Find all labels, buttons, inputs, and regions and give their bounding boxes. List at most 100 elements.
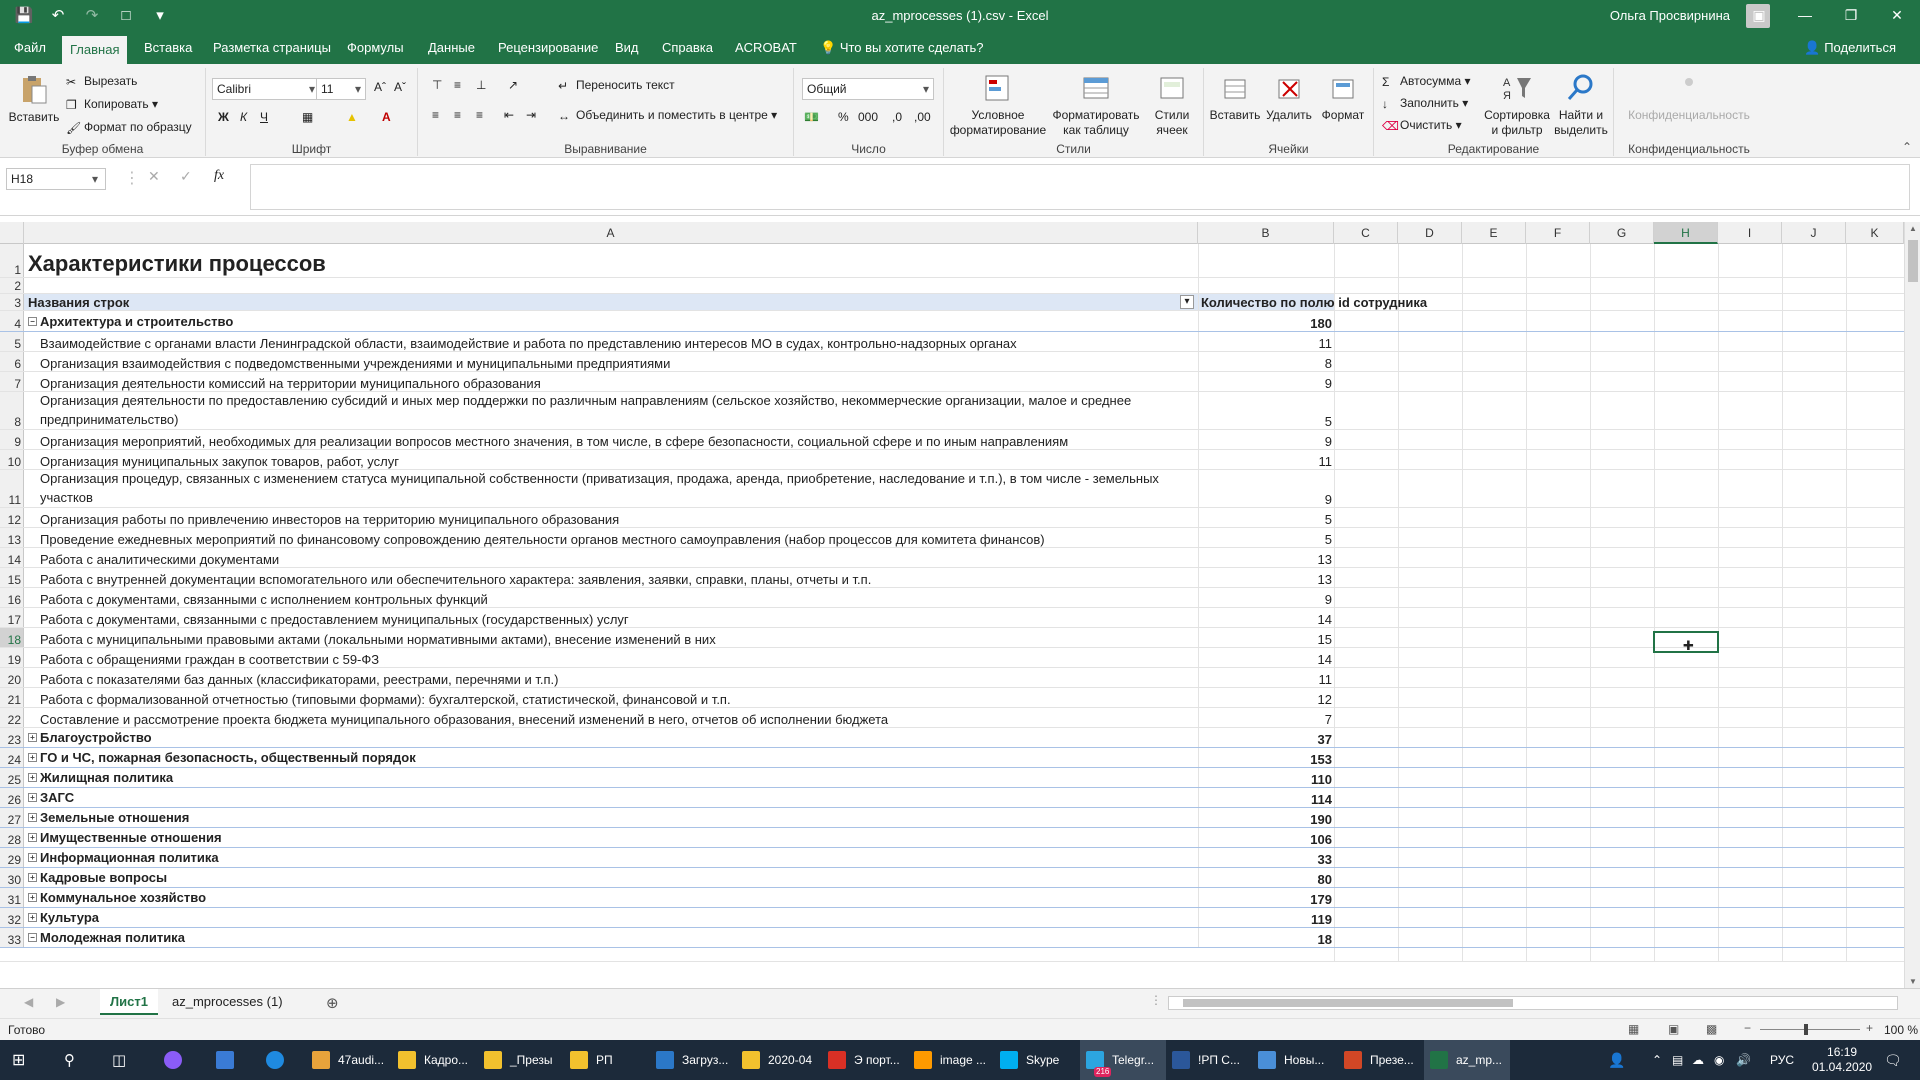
row-number[interactable]: 25 bbox=[0, 768, 24, 787]
table-row[interactable]: 9 Организация мероприятий, необходимых дл… bbox=[0, 430, 1904, 450]
bold-button[interactable]: Ж bbox=[218, 110, 229, 124]
fill-color-icon[interactable]: ▲ bbox=[346, 110, 358, 124]
select-all-corner[interactable] bbox=[0, 222, 24, 244]
row-number[interactable]: 16 bbox=[0, 588, 24, 607]
zoom-level[interactable]: 100 % bbox=[1884, 1023, 1918, 1037]
table-row[interactable]: 23 + Благоустройство 37 bbox=[0, 728, 1904, 748]
tell-me-search[interactable]: 💡 Что вы хотите сделать? bbox=[812, 32, 992, 64]
font-size-select[interactable]: 11 bbox=[316, 78, 366, 100]
share-button[interactable]: 👤 Поделиться bbox=[1804, 32, 1896, 64]
cell-a[interactable]: Составление и рассмотрение проекта бюдже… bbox=[24, 708, 1198, 727]
column-header-k[interactable]: K bbox=[1846, 222, 1904, 244]
percent-icon[interactable]: % bbox=[838, 110, 849, 124]
taskbar-item-yandex[interactable]: Э порт... bbox=[822, 1040, 908, 1080]
row-number[interactable]: 32 bbox=[0, 908, 24, 927]
pivot-values-header[interactable]: Количество по полю id сотрудника bbox=[1198, 294, 1427, 310]
row-number[interactable]: 29 bbox=[0, 848, 24, 867]
conditional-formatting-button[interactable]: Условное форматирование bbox=[948, 72, 1048, 138]
taskbar-item-folder[interactable]: РП bbox=[564, 1040, 650, 1080]
cell-b[interactable]: 11 bbox=[1198, 332, 1334, 351]
worksheet-grid[interactable]: A B C D E F G H I J K 1 Характеристики пр… bbox=[0, 218, 1904, 964]
column-header-h[interactable]: H bbox=[1654, 222, 1718, 244]
horizontal-scrollbar[interactable] bbox=[1168, 996, 1898, 1010]
tab-help[interactable]: Справка bbox=[654, 32, 721, 64]
cell-b[interactable]: 11 bbox=[1198, 668, 1334, 687]
row-3[interactable]: 3 Названия строк ▾ Количество по полю id со… bbox=[0, 294, 1904, 311]
row-number[interactable]: 17 bbox=[0, 608, 24, 627]
row-number[interactable]: 33 bbox=[0, 928, 24, 947]
table-row[interactable]: 27 + Земельные отношения 190 bbox=[0, 808, 1904, 828]
expand-icon[interactable]: + bbox=[28, 873, 37, 882]
cell-b[interactable]: 179 bbox=[1198, 888, 1334, 907]
row-2[interactable]: 2 bbox=[0, 278, 1904, 294]
table-row[interactable]: 16 Работа с документами, связанными с исп… bbox=[0, 588, 1904, 608]
column-header-d[interactable]: D bbox=[1398, 222, 1462, 244]
table-row[interactable]: 20 Работа с показателями баз данных (клас… bbox=[0, 668, 1904, 688]
column-header-g[interactable]: G bbox=[1590, 222, 1654, 244]
row-number[interactable]: 9 bbox=[0, 430, 24, 449]
cell-a[interactable]: + ГО и ЧС, пожарная безопасность, обществ… bbox=[24, 748, 1198, 767]
table-row[interactable]: 12 Организация работы по привлечению инве… bbox=[0, 508, 1904, 528]
minimize-icon[interactable]: — bbox=[1782, 0, 1828, 32]
edge-icon[interactable] bbox=[260, 1040, 298, 1080]
next-sheet-icon[interactable]: ▶ bbox=[56, 995, 65, 1009]
cell-a[interactable]: + Имущественные отношения bbox=[24, 828, 1198, 847]
cell-b[interactable]: 37 bbox=[1198, 728, 1334, 747]
pivot-row-labels-header[interactable]: Названия строк ▾ bbox=[24, 294, 1198, 310]
currency-icon[interactable]: 💵 bbox=[804, 110, 819, 124]
cell-a[interactable]: − Молодежная политика bbox=[24, 928, 1198, 947]
row-number[interactable]: 15 bbox=[0, 568, 24, 587]
expand-icon[interactable]: + bbox=[28, 853, 37, 862]
format-as-table-button[interactable]: Форматировать как таблицу bbox=[1048, 72, 1144, 138]
taskbar-item-folder[interactable]: Кадро... bbox=[392, 1040, 478, 1080]
cell-b[interactable]: 9 bbox=[1198, 430, 1334, 449]
row-number[interactable]: 2 bbox=[0, 278, 24, 293]
borders-icon[interactable]: ▦ bbox=[302, 110, 313, 124]
row-number[interactable]: 18 bbox=[0, 628, 24, 647]
font-shrink-icon[interactable]: Aˇ bbox=[394, 80, 406, 94]
table-row[interactable]: 31 + Коммунальное хозяйство 179 bbox=[0, 888, 1904, 908]
delete-cells-button[interactable]: Удалить bbox=[1262, 72, 1316, 123]
increase-indent-icon[interactable]: ⇥ bbox=[526, 108, 536, 122]
row-number[interactable]: 6 bbox=[0, 352, 24, 371]
taskbar-item-word[interactable]: !РП С... bbox=[1166, 1040, 1252, 1080]
table-row[interactable]: 13 Проведение ежедневных мероприятий по ф… bbox=[0, 528, 1904, 548]
scroll-down-icon[interactable]: ▼ bbox=[1909, 977, 1917, 986]
start-icon[interactable]: ⊞ bbox=[6, 1040, 31, 1080]
column-header-i[interactable]: I bbox=[1718, 222, 1782, 244]
align-top-icon[interactable]: ⊤ bbox=[432, 78, 442, 92]
cell-a[interactable]: Работа с документами, связанными с испол… bbox=[24, 588, 1198, 607]
row-number[interactable]: 1 bbox=[0, 244, 24, 277]
close-icon[interactable]: ✕ bbox=[1874, 0, 1920, 32]
cell-a[interactable]: Организация работы по привлечению инвест… bbox=[24, 508, 1198, 527]
row-number[interactable]: 8 bbox=[0, 392, 24, 429]
tab-home[interactable]: Главная bbox=[62, 36, 128, 64]
decrease-indent-icon[interactable]: ⇤ bbox=[504, 108, 514, 122]
merge-center-button[interactable]: ↔ Объединить и поместить в центре ▾ bbox=[558, 108, 777, 123]
taskbar-item-telegram[interactable]: Telegr... 216 bbox=[1080, 1040, 1166, 1080]
row-number[interactable]: 31 bbox=[0, 888, 24, 907]
row-number[interactable]: 23 bbox=[0, 728, 24, 747]
column-header-e[interactable]: E bbox=[1462, 222, 1526, 244]
cell-a[interactable]: Работа с формализованной отчетностью (ти… bbox=[24, 688, 1198, 707]
table-row[interactable]: 21 Работа с формализованной отчетностью (… bbox=[0, 688, 1904, 708]
cell-a[interactable]: + Информационная политика bbox=[24, 848, 1198, 867]
align-center-icon[interactable]: ≡ bbox=[454, 108, 461, 122]
ribbon-display-options-icon[interactable]: ▣ bbox=[1736, 0, 1782, 32]
cell-a[interactable]: Организация муниципальных закупок товаро… bbox=[24, 450, 1198, 469]
cell-b[interactable]: 14 bbox=[1198, 608, 1334, 627]
table-row[interactable]: 10 Организация муниципальных закупок това… bbox=[0, 450, 1904, 470]
row-number[interactable]: 5 bbox=[0, 332, 24, 351]
row-number[interactable]: 28 bbox=[0, 828, 24, 847]
row-number[interactable]: 19 bbox=[0, 648, 24, 667]
row-number[interactable]: 14 bbox=[0, 548, 24, 567]
row-number[interactable]: 26 bbox=[0, 788, 24, 807]
cell-b[interactable]: 9 bbox=[1198, 588, 1334, 607]
confirm-entry-icon[interactable]: ✓ bbox=[180, 168, 192, 185]
expand-icon[interactable]: + bbox=[28, 833, 37, 842]
sheet-tab-az-mprocesses[interactable]: az_mprocesses (1) bbox=[162, 989, 293, 1015]
person-tray-icon[interactable]: 👤 bbox=[1602, 1040, 1631, 1080]
cell-b[interactable]: 12 bbox=[1198, 688, 1334, 707]
cell-b[interactable]: 9 bbox=[1198, 470, 1334, 507]
row-number[interactable]: 3 bbox=[0, 294, 24, 310]
